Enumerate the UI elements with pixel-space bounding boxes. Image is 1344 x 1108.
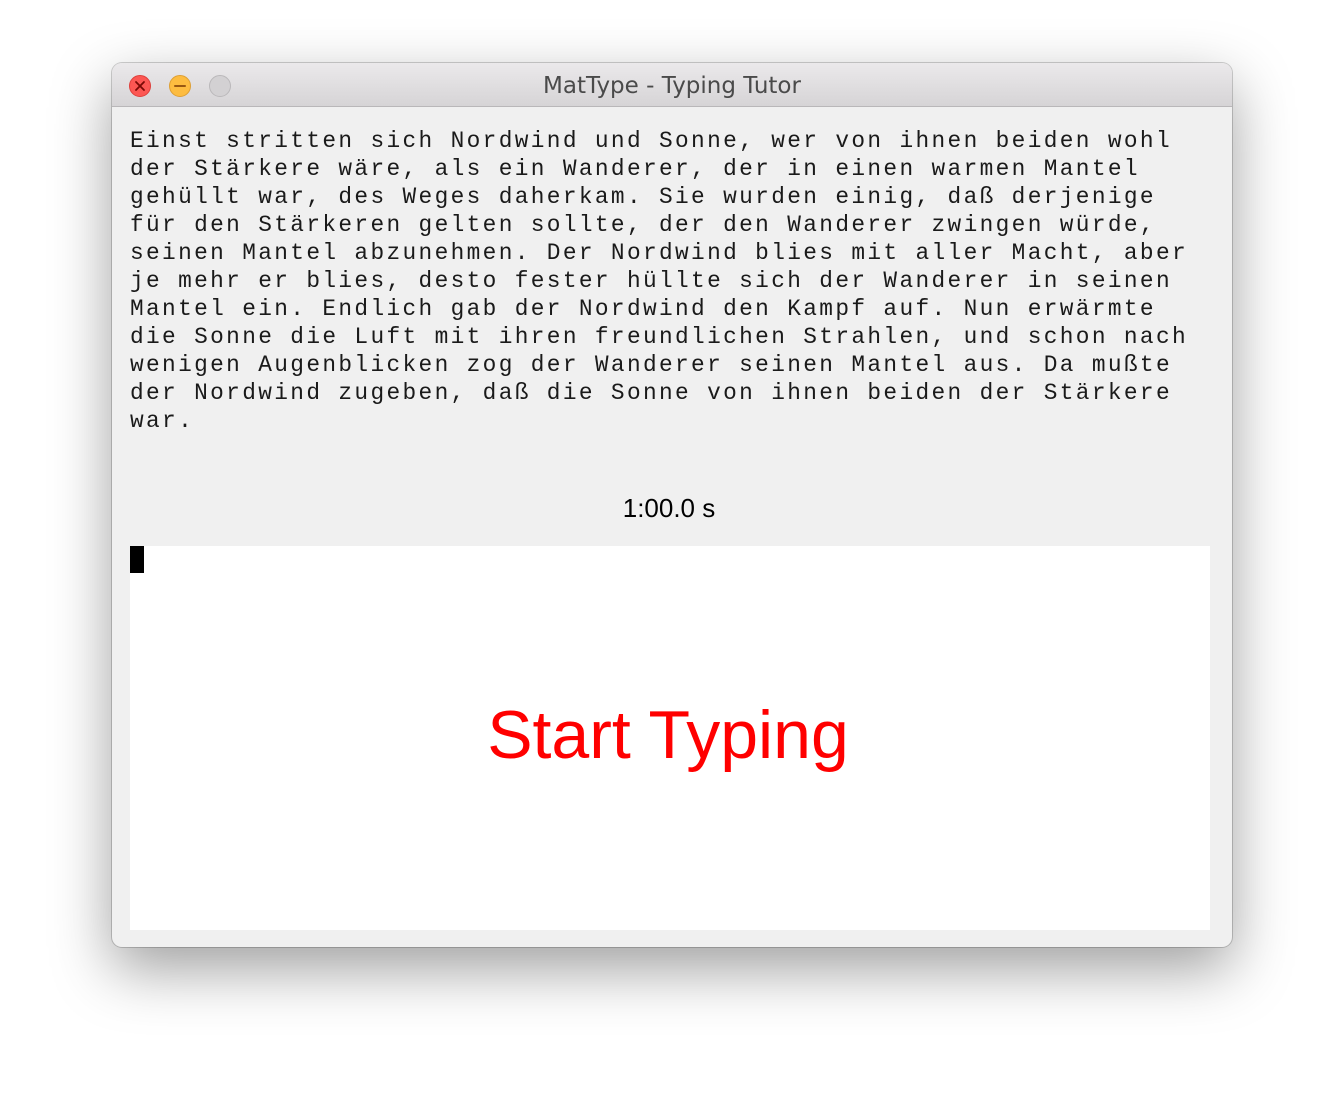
text-cursor (130, 546, 144, 573)
passage-line: Einst stritten sich Nordwind und Sonne, … (130, 128, 1172, 154)
passage-line: seinen Mantel abzunehmen. Der Nordwind b… (130, 240, 1189, 266)
passage-line: war. (130, 408, 195, 434)
passage-line: gehüllt war, des Weges daherkam. Sie wur… (130, 184, 1156, 210)
start-typing-prompt: Start Typing (487, 697, 849, 773)
countdown-timer: 1:00.0 s (622, 493, 716, 523)
passage-line: wenigen Augenblicken zog der Wanderer se… (130, 352, 1172, 378)
passage-line: der Stärkere wäre, als ein Wanderer, der… (130, 156, 1140, 182)
passage-line: für den Stärkeren gelten sollte, der den… (130, 212, 1156, 238)
typing-input-area[interactable]: Start Typing (130, 546, 1210, 930)
passage-line: der Nordwind zugeben, daß die Sonne von … (130, 380, 1172, 406)
passage-line: je mehr er blies, desto fester hüllte si… (130, 268, 1172, 294)
app-window: MatType - Typing Tutor Einst stritten si… (112, 63, 1232, 947)
window-title: MatType - Typing Tutor (543, 73, 801, 99)
title-bar[interactable]: MatType - Typing Tutor (112, 63, 1232, 107)
passage-line: Mantel ein. Endlich gab der Nordwind den… (130, 296, 1156, 322)
passage-line: die Sonne die Luft mit ihren freundliche… (130, 324, 1189, 350)
reference-passage: Einst stritten sich Nordwind und Sonne, … (130, 127, 1220, 435)
